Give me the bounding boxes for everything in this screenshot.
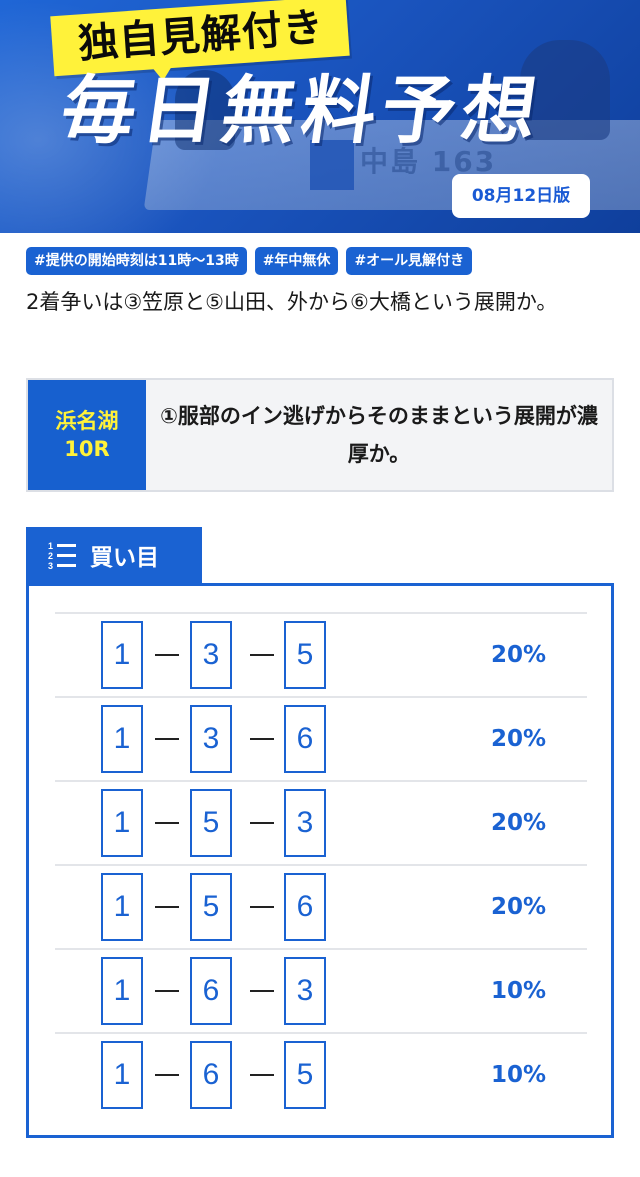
separator-dash	[250, 990, 274, 992]
bet-row: 1 5 3 20%	[55, 780, 587, 864]
third-place-number: 3	[284, 789, 326, 857]
race-card: 浜名湖 10R ①服部のイン逃げからそのままという展開が濃厚か。	[26, 378, 614, 492]
first-place-number: 1	[101, 957, 143, 1025]
numbered-list-icon: 1 2 3	[48, 541, 76, 571]
tag-start-time[interactable]: #提供の開始時刻は11時〜13時	[26, 247, 247, 275]
third-place-number: 6	[284, 873, 326, 941]
bet-list: 1 3 5 20% 1 3 6 20% 1 5 3 20% 1 5 6 20% 1 6 3 10% 1 6 5 10%	[55, 612, 587, 1116]
first-place-number: 1	[101, 789, 143, 857]
edition-badge: 08月12日版	[452, 174, 590, 218]
third-place-number: 3	[284, 957, 326, 1025]
third-place-number: 5	[284, 1041, 326, 1109]
bet-row: 1 6 5 10%	[55, 1032, 587, 1116]
tag-open-all-year[interactable]: #年中無休	[254, 247, 339, 275]
second-place-number: 6	[190, 957, 232, 1025]
summary-text: 2着争いは③笠原と⑤山田、外から⑥大橋という展開か。	[26, 290, 558, 314]
buy-tab-label: 買い目	[90, 545, 159, 571]
separator-dash	[155, 654, 179, 656]
buy-tab: 1 2 3 買い目	[26, 527, 202, 583]
second-place-number: 5	[190, 789, 232, 857]
tag-list: #提供の開始時刻は11時〜13時 #年中無休 #オール見解付き	[26, 247, 473, 275]
separator-dash	[155, 738, 179, 740]
bet-percentage: 10%	[491, 978, 547, 1004]
first-place-number: 1	[101, 705, 143, 773]
separator-dash	[250, 654, 274, 656]
bet-percentage: 20%	[491, 726, 547, 752]
hero-banner: 中島 163 独自見解付き 毎日無料予想 08月12日版	[0, 0, 640, 233]
buy-box: 1 3 5 20% 1 3 6 20% 1 5 3 20% 1 5 6 20% 1 6 3 10% 1 6 5 10%	[26, 583, 614, 1138]
first-place-number: 1	[101, 621, 143, 689]
third-place-number: 6	[284, 705, 326, 773]
hero-title: 毎日無料予想	[55, 68, 549, 154]
second-place-number: 3	[190, 705, 232, 773]
svg-text:3: 3	[48, 561, 53, 571]
race-number: 10R	[64, 437, 110, 461]
bet-percentage: 10%	[491, 1062, 547, 1088]
tag-all-commentary[interactable]: #オール見解付き	[346, 247, 473, 275]
bet-percentage: 20%	[491, 894, 547, 920]
bet-row: 1 6 3 10%	[55, 948, 587, 1032]
svg-text:2: 2	[48, 551, 53, 561]
separator-dash	[155, 1074, 179, 1076]
first-place-number: 1	[101, 1041, 143, 1109]
separator-dash	[155, 990, 179, 992]
separator-dash	[250, 738, 274, 740]
separator-dash	[155, 906, 179, 908]
first-place-number: 1	[101, 873, 143, 941]
bet-percentage: 20%	[491, 642, 547, 668]
separator-dash	[250, 906, 274, 908]
bet-percentage: 20%	[491, 810, 547, 836]
third-place-number: 5	[284, 621, 326, 689]
bet-row: 1 3 5 20%	[55, 612, 587, 696]
separator-dash	[155, 822, 179, 824]
race-comment: ①服部のイン逃げからそのままという展開が濃厚か。	[160, 404, 598, 466]
bet-row: 1 5 6 20%	[55, 864, 587, 948]
race-header: 浜名湖 10R	[28, 380, 146, 490]
second-place-number: 6	[190, 1041, 232, 1109]
race-venue: 浜名湖	[55, 409, 119, 433]
svg-text:1: 1	[48, 541, 53, 551]
bet-row: 1 3 6 20%	[55, 696, 587, 780]
separator-dash	[250, 822, 274, 824]
second-place-number: 3	[190, 621, 232, 689]
second-place-number: 5	[190, 873, 232, 941]
separator-dash	[250, 1074, 274, 1076]
